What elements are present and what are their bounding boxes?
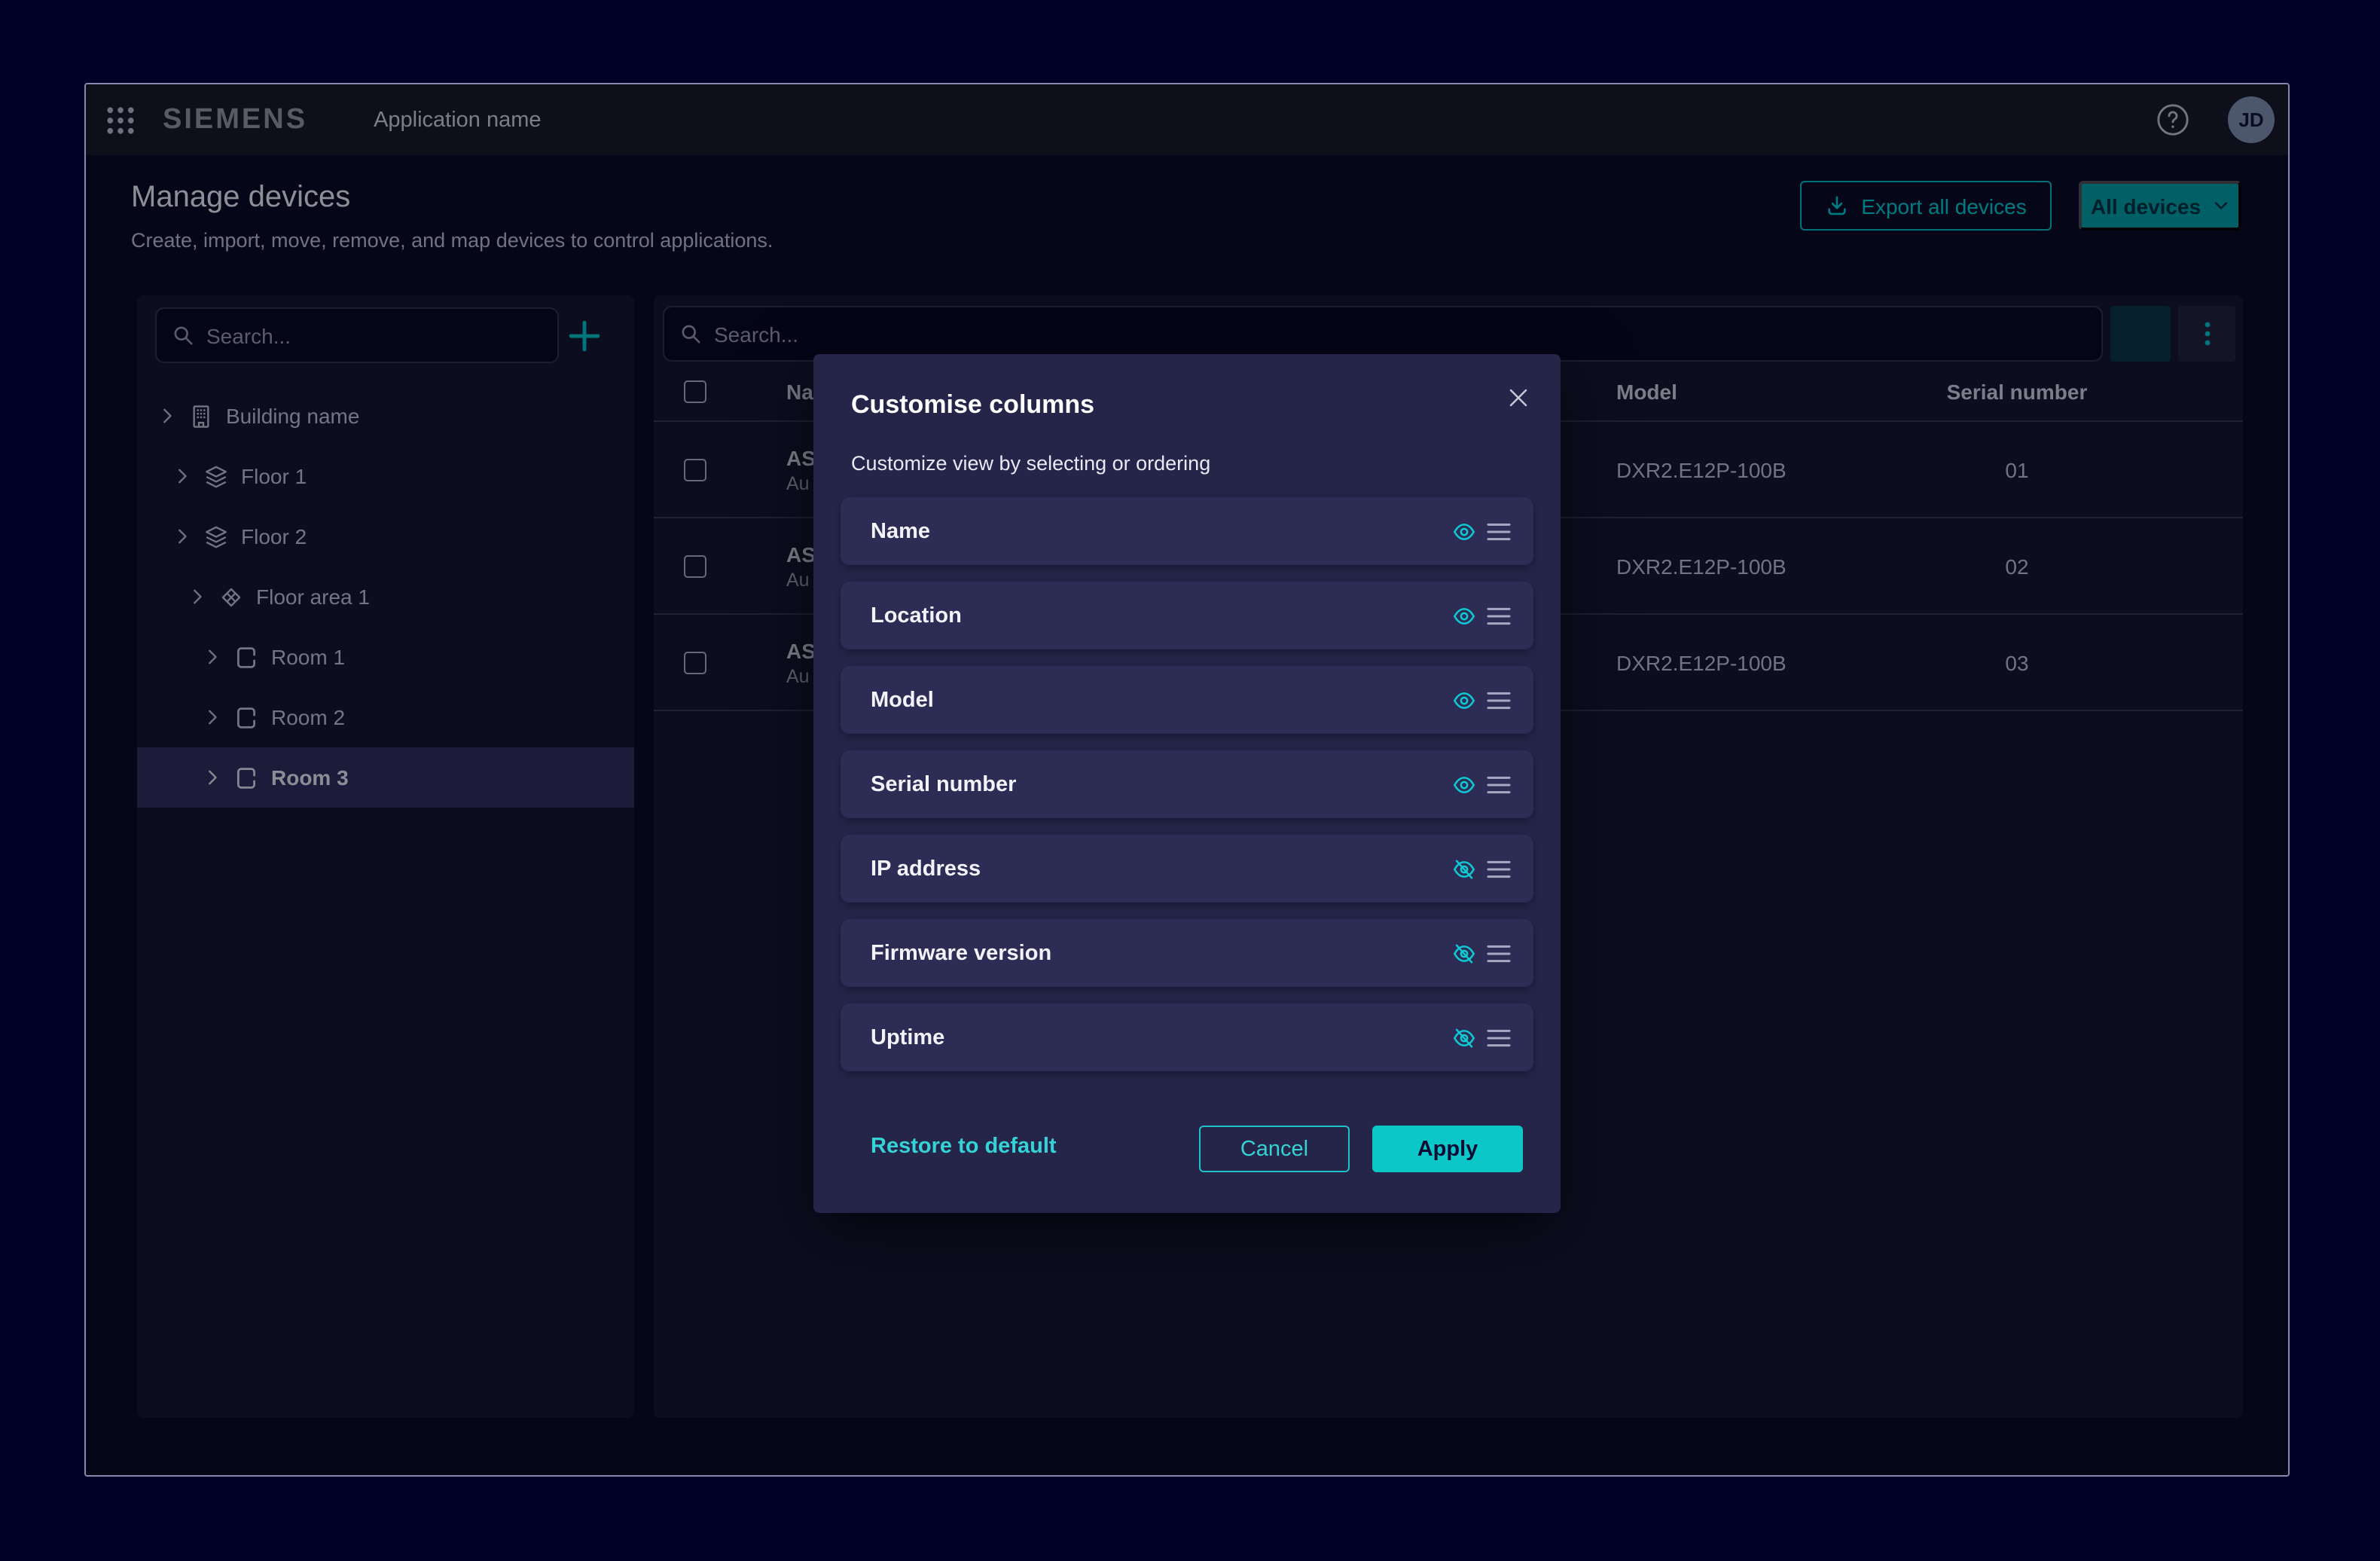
drag-handle-icon[interactable] [1485,605,1512,626]
drag-handle-icon[interactable] [1485,1027,1512,1048]
column-list: Name Location Model Serial number [841,497,1533,1088]
column-card[interactable]: Location [841,582,1533,649]
visibility-toggle-icon[interactable] [1449,1025,1479,1049]
drag-handle-icon[interactable] [1485,521,1512,542]
page: SIEMENS Application name JD Manage devic… [0,0,2380,1561]
visibility-toggle-icon[interactable] [1449,941,1479,965]
drag-handle-icon[interactable] [1485,689,1512,710]
visibility-toggle-icon[interactable] [1449,519,1479,543]
column-label: Firmware version [871,941,1449,965]
column-label: Name [871,519,1449,543]
column-label: Model [871,688,1449,712]
visibility-toggle-icon[interactable] [1449,688,1479,712]
cancel-button[interactable]: Cancel [1199,1126,1350,1172]
restore-default-link[interactable]: Restore to default [871,1135,1057,1159]
column-card[interactable]: Serial number [841,750,1533,818]
customise-columns-dialog: Customise columns Customize view by sele… [813,354,1561,1213]
apply-button[interactable]: Apply [1372,1126,1523,1172]
column-label: Uptime [871,1025,1449,1049]
column-card[interactable]: Model [841,666,1533,734]
column-card[interactable]: Firmware version [841,919,1533,987]
visibility-toggle-icon[interactable] [1449,772,1479,796]
drag-handle-icon[interactable] [1485,942,1512,964]
dialog-title: Customise columns [851,390,1094,420]
column-label: IP address [871,857,1449,881]
column-card[interactable]: Uptime [841,1004,1533,1071]
column-label: Serial number [871,772,1449,796]
visibility-toggle-icon[interactable] [1449,857,1479,881]
dialog-subtitle: Customize view by selecting or ordering [851,452,1210,475]
visibility-toggle-icon[interactable] [1449,603,1479,628]
column-card[interactable]: IP address [841,835,1533,903]
column-card[interactable]: Name [841,497,1533,565]
drag-handle-icon[interactable] [1485,774,1512,795]
column-label: Location [871,603,1449,628]
drag-handle-icon[interactable] [1485,858,1512,879]
close-icon[interactable] [1506,386,1530,410]
app-window: SIEMENS Application name JD Manage devic… [84,83,2290,1477]
